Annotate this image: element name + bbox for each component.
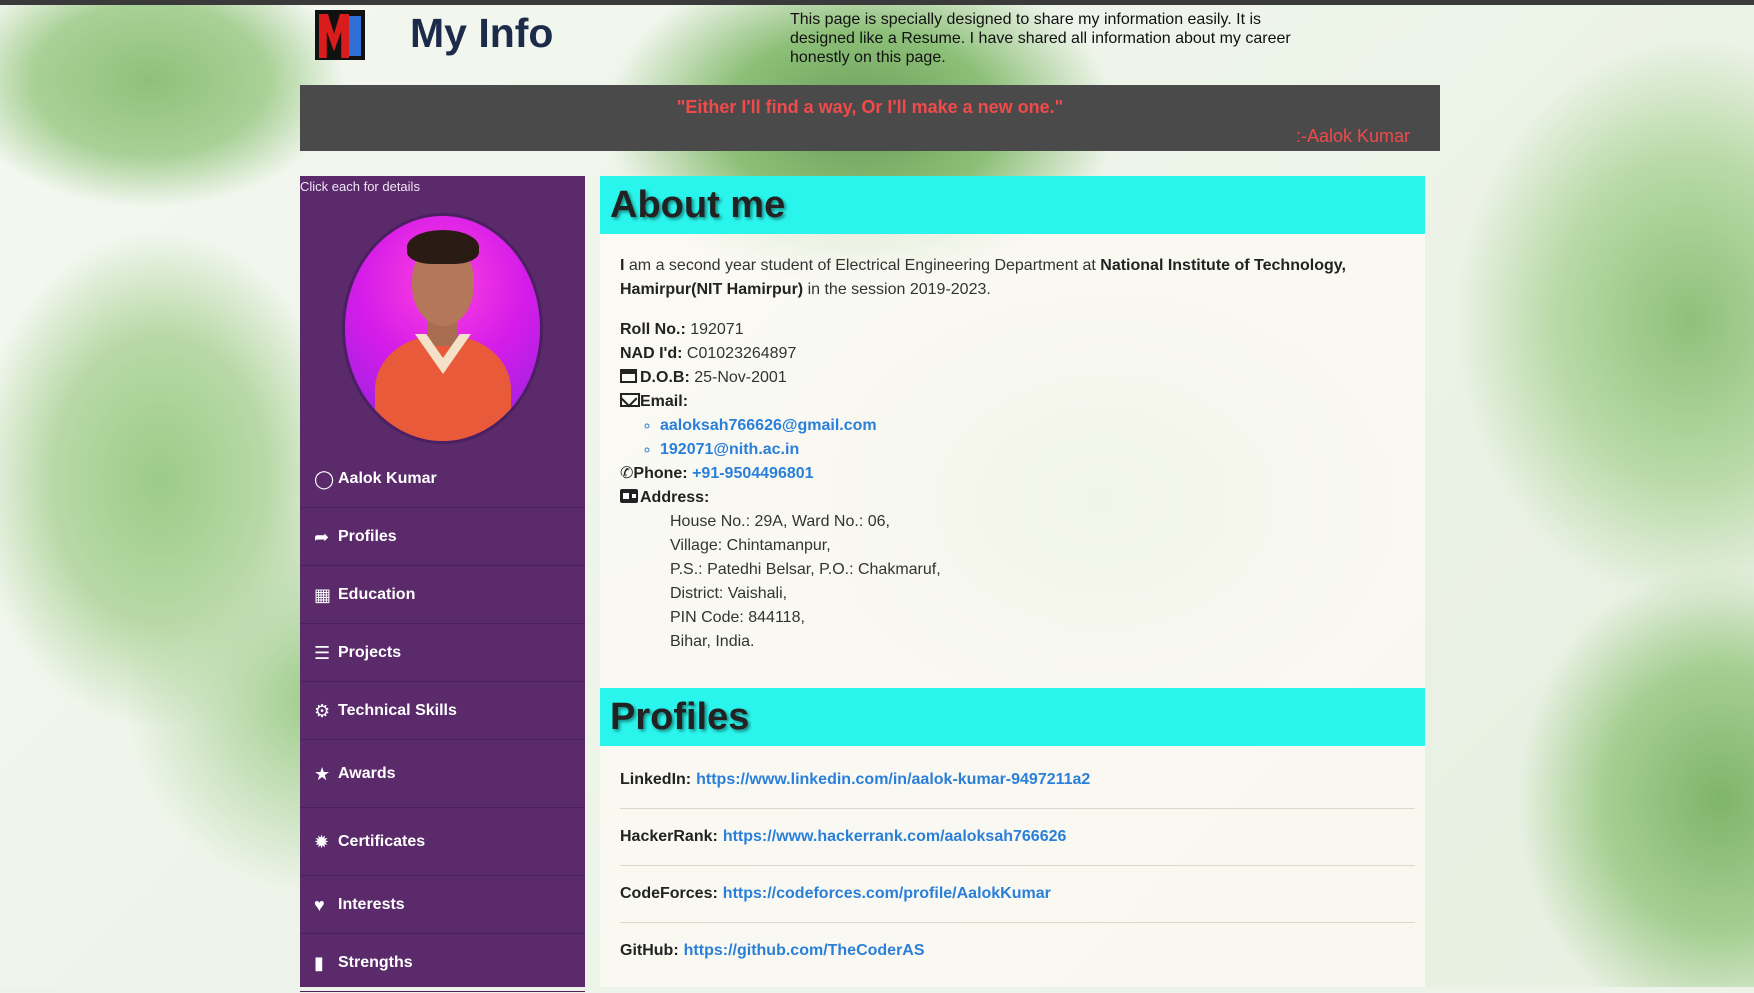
about-intro: I am a second year student of Electrical… <box>620 254 1405 302</box>
profile-label: CodeForces: <box>620 885 718 902</box>
sidebar-item-label: Awards <box>338 765 396 782</box>
sidebar-hint: Click each for details <box>300 179 420 194</box>
strengths-icon: ▮ <box>314 953 324 973</box>
roll-value: 192071 <box>685 321 744 338</box>
list-icon: ☰ <box>314 643 331 663</box>
address-block: House No.: 29A, Ward No.: 06, Village: C… <box>620 510 1405 654</box>
profile-label: LinkedIn: <box>620 771 692 788</box>
phone-label: Phone: <box>633 465 688 482</box>
email-link[interactable]: aaloksah766626@gmail.com <box>660 417 877 434</box>
dob-value: 25-Nov-2001 <box>689 369 787 386</box>
site-logo[interactable] <box>315 10 365 60</box>
email-row: Email: <box>620 390 1405 414</box>
address-line: Village: Chintamanpur, <box>670 537 831 554</box>
profile-row-linkedin: LinkedIn: https://www.linkedin.com/in/aal… <box>620 752 1415 809</box>
logo-m-shape <box>319 14 349 58</box>
hackerrank-link[interactable]: https://www.hackerrank.com/aaloksah76662… <box>723 828 1067 846</box>
gears-icon: ⚙ <box>314 701 331 721</box>
certificate-icon: ✹ <box>314 832 330 852</box>
trophy-icon: ★ <box>314 764 331 784</box>
phone-row: ✆Phone: +91-9504496801 <box>620 462 1405 486</box>
profiles-header: Profiles <box>600 688 1425 746</box>
profiles-section: LinkedIn: https://www.linkedin.com/in/aal… <box>600 746 1425 979</box>
heart-icon: ♥ <box>314 895 325 915</box>
intro-session: in the session 2019-2023. <box>803 281 991 298</box>
avatar-hair <box>407 230 479 264</box>
address-label: Address: <box>640 489 710 506</box>
profile-label: HackerRank: <box>620 828 718 845</box>
sidebar-item-label: Strengths <box>338 954 413 971</box>
sidebar-item-strengths[interactable]: ▮ Strengths <box>300 935 585 992</box>
codeforces-link[interactable]: https://codeforces.com/profile/AalokKuma… <box>723 885 1051 903</box>
list-item: aaloksah766626@gmail.com <box>660 414 1405 438</box>
share-arrow-icon: ➦ <box>314 527 330 547</box>
roll-row: Roll No.: 192071 <box>620 318 1405 342</box>
address-line: P.S.: Patedhi Belsar, P.O.: Chakmaruf, <box>670 561 941 578</box>
avatar <box>345 216 540 441</box>
quote-text: "Either I'll find a way, Or I'll make a … <box>676 97 1064 117</box>
quote-author: :-Aalok Kumar <box>1295 126 1410 146</box>
sidebar-item-profiles[interactable]: ➦ Profiles <box>300 509 585 566</box>
page-title: My Info <box>410 10 554 56</box>
about-title: About me <box>610 183 786 226</box>
sidebar-item-awards[interactable]: ★ Awards <box>300 741 585 808</box>
nad-row: NAD I'd: C01023264897 <box>620 342 1405 366</box>
nad-value: C01023264897 <box>682 345 797 362</box>
sidebar-item-label: Profiles <box>338 528 397 545</box>
calendar-icon <box>620 367 640 385</box>
list-item: 192071@nith.ac.in <box>660 438 1405 462</box>
sidebar-item-label: Education <box>338 586 416 603</box>
sidebar-item-label: Certificates <box>338 833 426 850</box>
profile-row-hackerrank: HackerRank: https://www.hackerrank.com/aa… <box>620 809 1415 866</box>
sidebar-item-certificates[interactable]: ✹ Certificates <box>300 809 585 876</box>
email-link[interactable]: 192071@nith.ac.in <box>660 441 799 458</box>
profile-row-codeforces: CodeForces: https://codeforces.com/profil… <box>620 866 1415 923</box>
about-header: About me <box>600 176 1425 234</box>
sidebar: Click each for details ◯ Aalok Kumar ➦ P… <box>300 176 585 992</box>
dob-row: D.O.B: 25-Nov-2001 <box>620 366 1405 390</box>
sidebar-item-interests[interactable]: ♥ Interests <box>300 877 585 934</box>
nad-label: NAD I'd: <box>620 345 683 362</box>
phone-icon: ✆ <box>620 465 634 482</box>
about-section: I am a second year student of Electrical… <box>600 234 1425 664</box>
github-link[interactable]: https://github.com/TheCoderAS <box>684 942 925 960</box>
sidebar-item-education[interactable]: ▦ Education <box>300 567 585 624</box>
address-line: District: Vaishali, <box>670 585 788 602</box>
address-line: Bihar, India. <box>670 633 755 650</box>
sidebar-item-label: Technical Skills <box>338 702 457 719</box>
profile-label: GitHub: <box>620 942 679 959</box>
dob-label: D.O.B: <box>640 369 690 386</box>
address-row: Address: <box>620 486 1405 510</box>
linkedin-link[interactable]: https://www.linkedin.com/in/aalok-kumar-… <box>696 771 1090 789</box>
profile-row-github: GitHub: https://github.com/TheCoderAS <box>620 923 1415 979</box>
main-content: About me I am a second year student of E… <box>600 176 1425 987</box>
sidebar-item-label: Aalok Kumar <box>338 470 437 487</box>
book-icon: ▦ <box>314 585 332 605</box>
top-border <box>0 0 1754 5</box>
address-line: PIN Code: 844118, <box>670 609 805 626</box>
roll-label: Roll No.: <box>620 321 686 338</box>
user-circle-icon: ◯ <box>314 469 335 489</box>
intro-text: am a second year student of Electrical E… <box>624 257 1101 274</box>
site-description: This page is specially designed to share… <box>790 11 1291 66</box>
sidebar-nav: ◯ Aalok Kumar ➦ Profiles ▦ Education ☰ P… <box>300 451 585 993</box>
sidebar-item-label: Interests <box>338 896 405 913</box>
quote-banner: "Either I'll find a way, Or I'll make a … <box>300 85 1440 151</box>
phone-link[interactable]: +91-9504496801 <box>692 465 813 482</box>
sidebar-item-projects[interactable]: ☰ Projects <box>300 625 585 682</box>
sidebar-item-aalok-kumar[interactable]: ◯ Aalok Kumar <box>300 451 585 508</box>
email-label: Email: <box>640 393 689 410</box>
logo-i-shape <box>349 16 361 56</box>
sidebar-item-label: Projects <box>338 644 402 661</box>
sidebar-item-technical-skills[interactable]: ⚙ Technical Skills <box>300 683 585 740</box>
email-list: aaloksah766626@gmail.com 192071@nith.ac.… <box>620 414 1405 462</box>
profiles-title: Profiles <box>610 695 750 738</box>
address-line: House No.: 29A, Ward No.: 06, <box>670 513 890 530</box>
address-card-icon <box>620 487 640 505</box>
avatar-shirt <box>375 336 511 441</box>
envelope-icon <box>620 391 640 409</box>
